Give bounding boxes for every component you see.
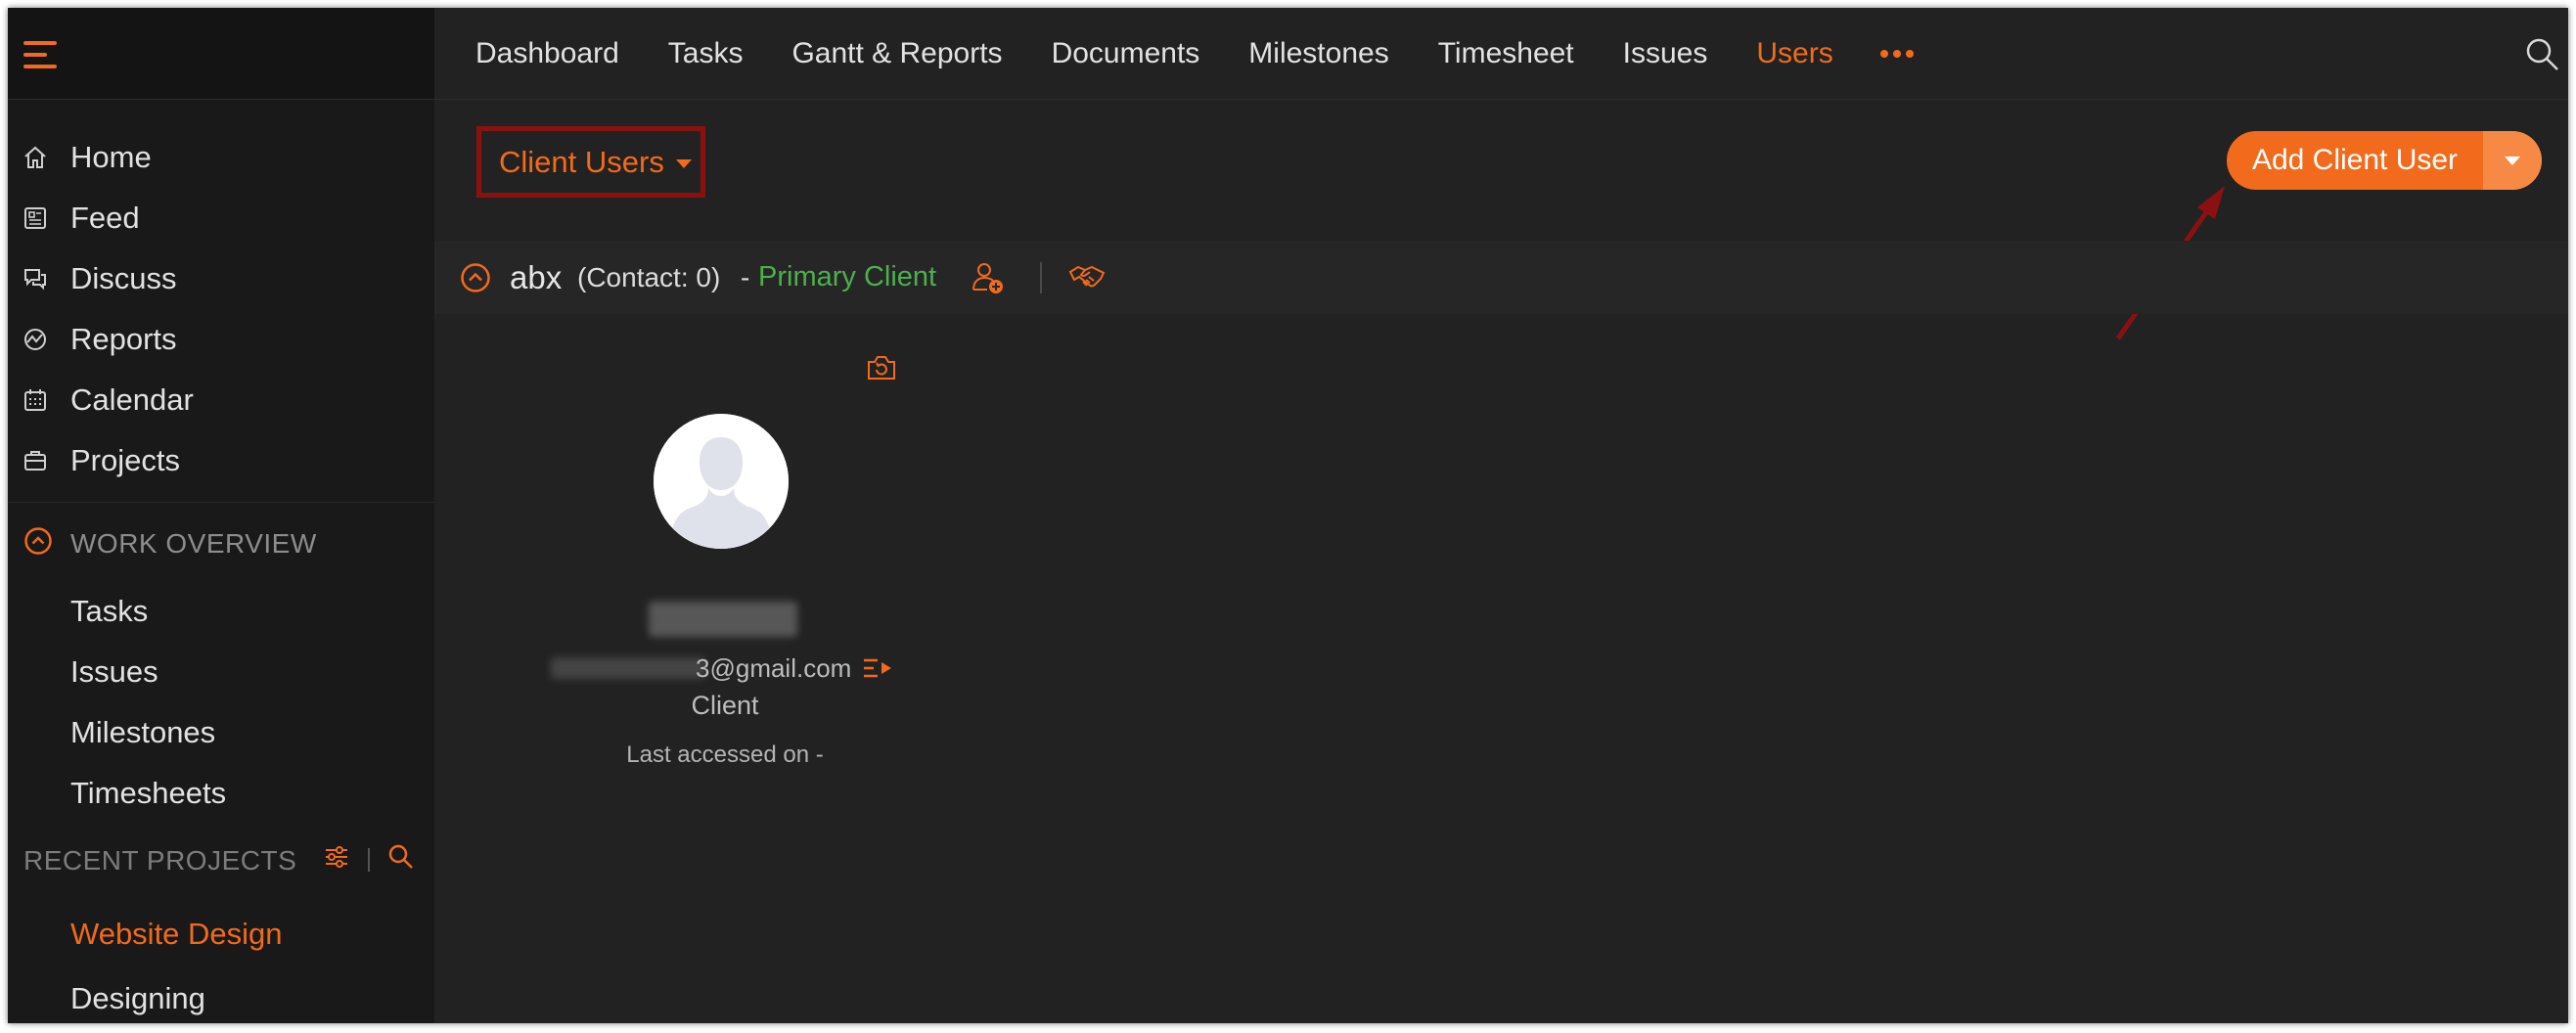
last-accessed: Last accessed on -: [626, 741, 824, 768]
discuss-icon: [22, 265, 49, 292]
calendar-icon: [22, 386, 49, 414]
collapse-chevron-icon[interactable]: [460, 262, 491, 298]
recent-projects-tools: [323, 843, 415, 876]
work-overview-header[interactable]: WORK OVERVIEW: [23, 526, 317, 561]
search-icon[interactable]: [2525, 37, 2558, 75]
client-users-dropdown[interactable]: Client Users: [476, 126, 705, 198]
tab-tasks[interactable]: Tasks: [668, 37, 744, 70]
filter-sliders-icon[interactable]: [323, 844, 350, 875]
collapse-chevron-icon[interactable]: [23, 526, 53, 561]
recent-projects-header: RECENT PROJECTS: [23, 841, 415, 880]
camera-edit-icon[interactable]: [865, 352, 898, 388]
sidebar-item-label: Feed: [70, 201, 140, 235]
sidebar-item-home[interactable]: Home: [8, 127, 434, 188]
caret-down-icon: [675, 159, 692, 168]
work-overview-item[interactable]: Milestones: [8, 702, 434, 763]
sidebar-item-calendar[interactable]: Calendar: [8, 370, 434, 430]
sidebar-item-projects[interactable]: Projects: [8, 430, 434, 491]
app-window: Home Feed Discuss Reports Calendar Proje…: [8, 8, 2568, 1023]
tab-documents[interactable]: Documents: [1052, 37, 1200, 70]
search-icon[interactable]: [387, 843, 415, 876]
tab-gantt-reports[interactable]: Gantt & Reports: [791, 37, 1002, 70]
tab-issues[interactable]: Issues: [1623, 37, 1708, 70]
work-overview-list: Tasks Issues Milestones Timesheets: [8, 581, 434, 824]
caret-down-icon: [2505, 156, 2520, 165]
more-dots-icon[interactable]: [1879, 49, 1914, 58]
user-role: Client: [691, 691, 759, 720]
top-navigation: Dashboard Tasks Gantt & Reports Document…: [434, 8, 2568, 100]
row-divider: [1040, 262, 1042, 293]
recent-project-item[interactable]: Designing: [8, 966, 434, 1023]
user-email-row: 3@gmail.com: [551, 650, 903, 689]
sidebar-item-label: Home: [70, 140, 152, 174]
recent-projects-list: Website Design Designing: [8, 902, 434, 1023]
user-placeholder-icon: [654, 414, 789, 549]
tab-users[interactable]: Users: [1756, 37, 1832, 70]
view-selector-label: Client Users: [499, 144, 664, 179]
client-group-row: abx (Contact: 0) - Primary Client: [434, 241, 2568, 314]
send-list-icon[interactable]: [862, 657, 893, 686]
user-email: 3@gmail.com: [696, 653, 852, 683]
client-name: abx: [510, 258, 563, 295]
add-client-user-button[interactable]: Add Client User: [2227, 131, 2483, 190]
sidebar-item-label: Projects: [70, 443, 180, 477]
sidebar-item-label: Reports: [70, 322, 177, 356]
add-options-dropdown[interactable]: [2483, 131, 2542, 190]
sidebar-item-label: Discuss: [70, 261, 177, 295]
contact-count: (Contact: 0): [577, 261, 721, 292]
tools-divider: [368, 847, 370, 872]
feed-icon: [22, 204, 49, 232]
sidebar-divider: [8, 502, 434, 503]
blurred-user-name: [649, 602, 797, 637]
handshake-icon[interactable]: [1068, 264, 1106, 296]
tab-dashboard[interactable]: Dashboard: [475, 37, 619, 70]
tab-timesheet[interactable]: Timesheet: [1438, 37, 1574, 70]
reports-icon: [22, 326, 49, 353]
blurred-email-prefix: [551, 657, 705, 679]
sidebar: Home Feed Discuss Reports Calendar Proje…: [8, 8, 434, 1023]
sidebar-item-label: Calendar: [70, 382, 194, 417]
add-client-user-button-group: Add Client User: [2227, 131, 2542, 190]
sidebar-nav: Home Feed Discuss Reports Calendar Proje…: [8, 127, 434, 491]
hamburger-menu-icon[interactable]: [23, 41, 59, 70]
home-icon: [22, 144, 49, 171]
sidebar-header: [8, 8, 434, 100]
separator-dash: -: [741, 261, 750, 292]
sidebar-item-feed[interactable]: Feed: [8, 188, 434, 248]
recent-projects-title: RECENT PROJECTS: [23, 845, 297, 876]
sidebar-item-reports[interactable]: Reports: [8, 309, 434, 370]
recent-project-item[interactable]: Website Design: [8, 902, 434, 966]
work-overview-item[interactable]: Tasks: [8, 581, 434, 642]
work-overview-item[interactable]: Issues: [8, 642, 434, 702]
work-overview-title: WORK OVERVIEW: [70, 527, 317, 559]
primary-client-badge: Primary Client: [758, 261, 937, 292]
projects-icon: [22, 447, 49, 474]
add-user-icon[interactable]: [971, 260, 1006, 300]
work-overview-item[interactable]: Timesheets: [8, 763, 434, 824]
tab-milestones[interactable]: Milestones: [1248, 37, 1388, 70]
sidebar-item-discuss[interactable]: Discuss: [8, 248, 434, 309]
avatar[interactable]: [654, 414, 789, 549]
tab-bar: Dashboard Tasks Gantt & Reports Document…: [475, 8, 1914, 99]
